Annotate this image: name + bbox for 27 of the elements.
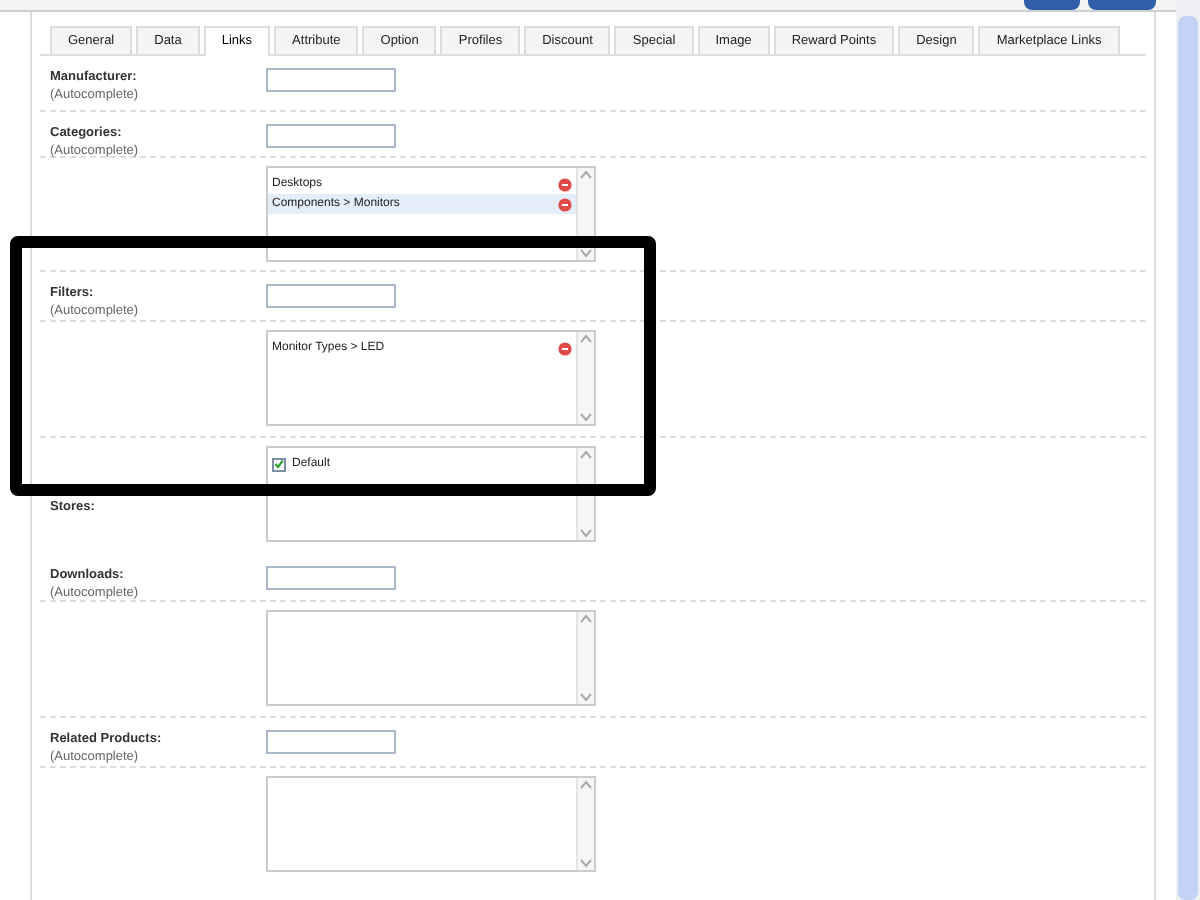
scroll-up-icon[interactable] <box>580 334 592 344</box>
scroll-down-icon[interactable] <box>580 692 592 702</box>
scroll-up-icon[interactable] <box>580 450 592 460</box>
scroll-down-icon[interactable] <box>580 528 592 538</box>
scroll-up-icon[interactable] <box>580 170 592 180</box>
scroll-down-icon[interactable] <box>580 412 592 422</box>
remove-icon[interactable] <box>558 197 572 211</box>
list-scrollbar[interactable] <box>576 332 594 424</box>
scroll-up-icon[interactable] <box>580 614 592 624</box>
scroll-up-icon[interactable] <box>580 780 592 790</box>
autocomplete-field[interactable] <box>266 566 396 590</box>
scroll-down-icon[interactable] <box>580 858 592 868</box>
autocomplete-field[interactable] <box>266 730 396 754</box>
autocomplete-field[interactable] <box>266 284 396 308</box>
remove-icon[interactable] <box>558 341 572 355</box>
scrollbar-thumb[interactable] <box>1178 16 1198 900</box>
header-button[interactable] <box>1088 0 1156 10</box>
checkbox[interactable] <box>272 457 286 471</box>
autocomplete-field[interactable] <box>266 124 396 148</box>
scrollbar[interactable] <box>1176 0 1200 900</box>
remove-icon[interactable] <box>558 177 572 191</box>
scroll-down-icon[interactable] <box>580 248 592 258</box>
list-scrollbar[interactable] <box>576 778 594 870</box>
header-button[interactable] <box>1024 0 1080 10</box>
autocomplete-field[interactable] <box>266 68 396 92</box>
list-scrollbar[interactable] <box>576 612 594 704</box>
check-icon <box>274 458 284 470</box>
